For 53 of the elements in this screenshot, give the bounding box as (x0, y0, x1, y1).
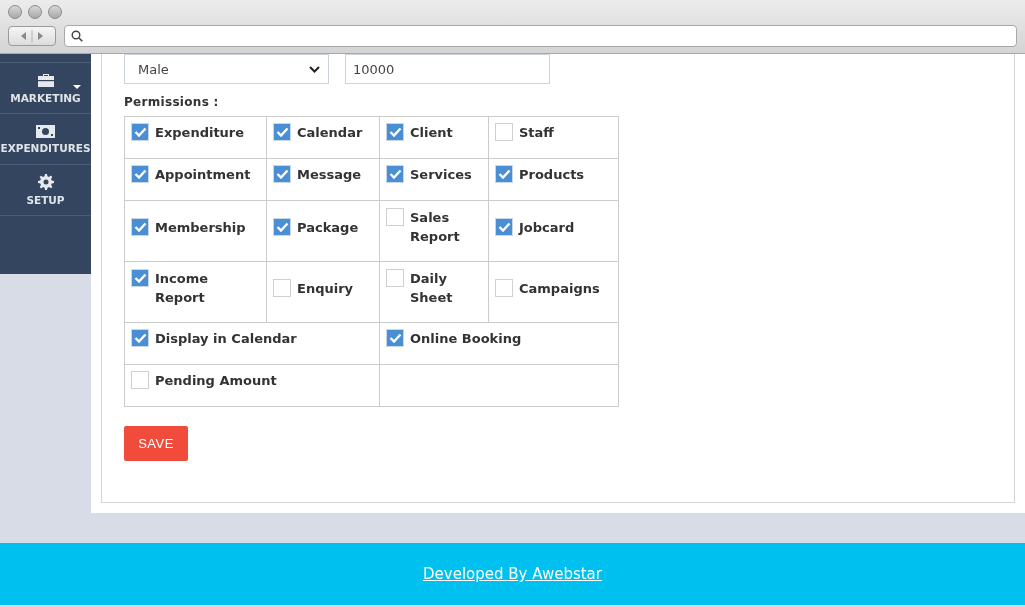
checkbox[interactable] (131, 217, 149, 236)
permissions-label: Permissions : (124, 95, 220, 109)
window-button[interactable] (48, 5, 62, 19)
checkbox[interactable] (273, 217, 291, 236)
gender-select[interactable]: Male (124, 54, 329, 84)
checkbox[interactable] (386, 165, 404, 183)
amount-field[interactable]: 10000 (345, 54, 550, 84)
checkbox[interactable] (495, 123, 513, 141)
checkbox[interactable] (386, 329, 404, 347)
checkbox[interactable] (131, 165, 149, 183)
permission-label: Products (519, 166, 585, 184)
briefcase-icon (36, 72, 55, 88)
permission-label: Client (410, 124, 453, 142)
checkbox[interactable] (273, 165, 291, 183)
checkbox[interactable] (131, 329, 149, 347)
permission-label: Message (297, 166, 362, 184)
permission-label: Jobcard (519, 218, 575, 237)
permission-label: Daily Sheet (410, 270, 454, 307)
checkbox[interactable] (273, 123, 291, 141)
permission-label: Display in Calendar (155, 330, 297, 348)
permission-label: Membership (155, 218, 246, 237)
search-icon (71, 30, 83, 42)
caret-icon (73, 85, 81, 89)
cash-icon (36, 124, 55, 138)
permission-label: Calendar (297, 124, 363, 142)
permission-label: Services (410, 166, 472, 184)
checkbox[interactable] (273, 278, 291, 297)
permission-label: Campaigns (519, 279, 600, 298)
save-button[interactable]: SAVE (124, 426, 188, 461)
permission-label: Staff (519, 124, 554, 142)
permission-label: Enquiry (297, 279, 354, 298)
checkbox[interactable] (495, 217, 513, 236)
permission-label: Income Report (155, 270, 210, 307)
window-button[interactable] (8, 5, 22, 19)
permission-label: Sales Report (410, 209, 461, 246)
window-button[interactable] (28, 5, 42, 19)
address-bar[interactable] (64, 25, 1017, 47)
back-forward-button[interactable] (8, 26, 56, 46)
checkbox[interactable] (495, 165, 513, 183)
checkbox[interactable] (495, 278, 513, 297)
checkbox[interactable] (131, 123, 149, 141)
permission-label: Package (297, 218, 359, 237)
settings-icon (37, 174, 54, 190)
checkbox[interactable] (131, 371, 149, 389)
checkbox[interactable] (386, 123, 404, 141)
checkbox[interactable] (131, 269, 149, 287)
permission-label: Pending Amount (155, 372, 277, 390)
permission-label: Online Booking (410, 330, 522, 348)
permission-label: Appointment (155, 166, 251, 184)
checkbox[interactable] (386, 269, 404, 287)
permission-label: Expenditure (155, 124, 245, 142)
checkbox[interactable] (386, 208, 404, 226)
chevron-icon (309, 65, 320, 73)
